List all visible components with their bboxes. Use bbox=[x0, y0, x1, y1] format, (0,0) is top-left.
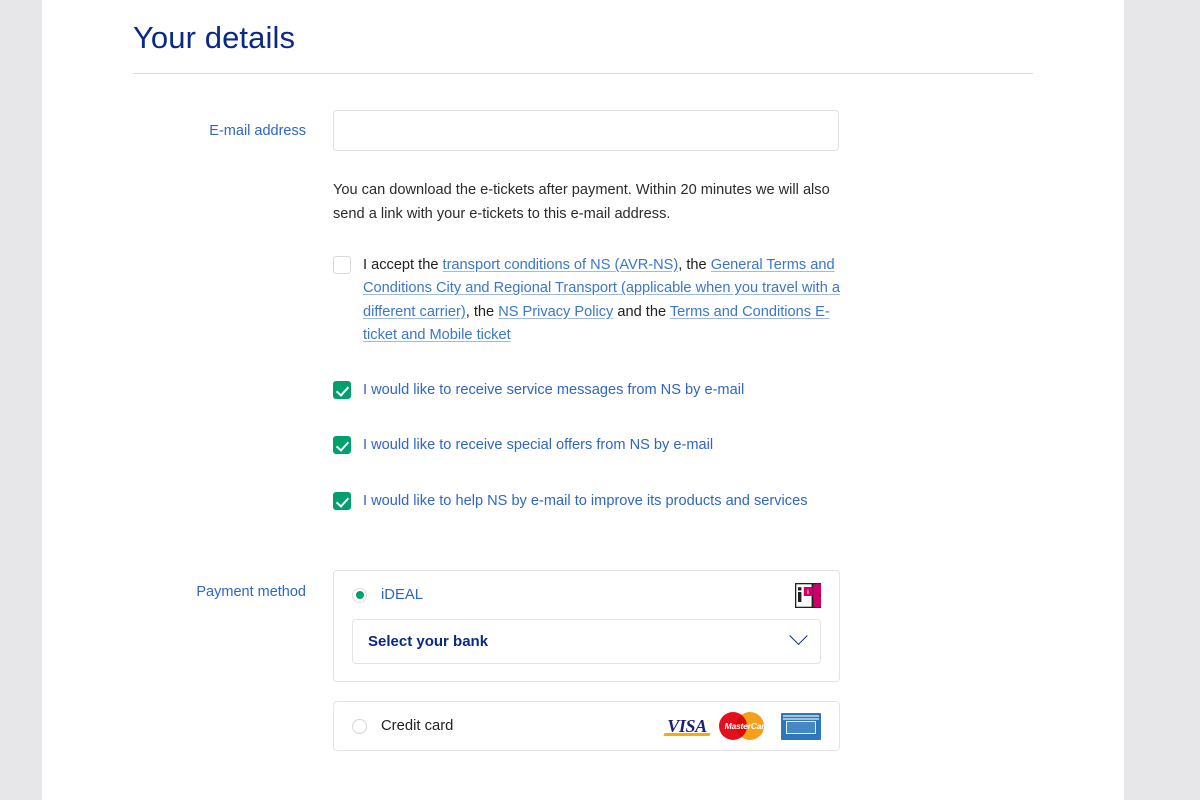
visa-logo-icon: VISA bbox=[661, 715, 713, 737]
terms-checkbox[interactable] bbox=[333, 256, 351, 274]
email-input[interactable] bbox=[333, 110, 839, 151]
bank-select-dropdown[interactable]: Select your bank bbox=[352, 619, 821, 665]
mastercard-logo-icon: MasterCard bbox=[719, 709, 775, 743]
terms-part-2: , the bbox=[678, 257, 711, 273]
page-root: Your details E-mail address You can down… bbox=[0, 0, 1200, 800]
payment-method-label: Payment method bbox=[196, 584, 306, 601]
page-title: Your details bbox=[133, 20, 296, 55]
email-label: E-mail address bbox=[209, 123, 306, 139]
radio-creditcard[interactable] bbox=[352, 718, 367, 734]
email-field-column: You can download the e-tickets after pay… bbox=[333, 110, 840, 513]
chevron-down-icon bbox=[789, 626, 808, 646]
optin-row-improve-products[interactable]: I would like to help NS by e-mail to imp… bbox=[333, 490, 840, 513]
optin-checkbox-special-offers[interactable] bbox=[333, 436, 351, 455]
payment-option-creditcard-logos: VISA MasterCard bbox=[661, 709, 821, 743]
email-row: E-mail address You can download the e-ti… bbox=[133, 110, 1033, 513]
terms-part-4: , the bbox=[465, 303, 499, 320]
content-sheet: Your details E-mail address You can down… bbox=[42, 0, 1124, 800]
ideal-logo-icon: i bbox=[795, 582, 821, 608]
checkout-form: Your details E-mail address You can down… bbox=[133, 0, 1033, 800]
optin-row-service-messages[interactable]: I would like to receive service messages… bbox=[333, 379, 840, 402]
payment-option-ideal-label: iDEAL bbox=[381, 587, 423, 604]
terms-label: I accept the transport conditions of NS … bbox=[363, 254, 840, 347]
payment-method-options: iDEAL i Select your bank Credit card VIS… bbox=[333, 570, 840, 752]
radio-ideal[interactable] bbox=[352, 587, 367, 603]
optin-label-service-messages: I would like to receive service messages… bbox=[363, 382, 745, 399]
payment-option-ideal-header[interactable]: iDEAL i bbox=[352, 571, 821, 619]
optin-label-special-offers: I would like to receive special offers f… bbox=[363, 437, 714, 454]
terms-row[interactable]: I accept the transport conditions of NS … bbox=[333, 254, 840, 347]
optin-checkbox-improve-products[interactable] bbox=[333, 491, 351, 510]
email-hint: You can download the e-tickets after pay… bbox=[333, 182, 830, 222]
title-divider bbox=[133, 73, 1033, 74]
terms-part-6: and the bbox=[613, 303, 670, 320]
bank-select-label: Select your bank bbox=[368, 633, 489, 651]
payment-option-creditcard[interactable]: Credit card VISA MasterCard bbox=[333, 701, 840, 752]
optin-checkbox-service-messages[interactable] bbox=[333, 381, 351, 400]
payment-option-ideal[interactable]: iDEAL i Select your bank bbox=[333, 570, 840, 683]
payment-method-row: Payment method iDEAL i Select your bank … bbox=[133, 570, 1033, 752]
payment-option-creditcard-label: Credit card bbox=[381, 718, 454, 735]
optin-label-improve-products: I would like to help NS by e-mail to imp… bbox=[363, 492, 808, 509]
amex-logo-icon bbox=[781, 712, 821, 740]
payment-option-creditcard-header[interactable]: Credit card VISA MasterCard bbox=[352, 702, 821, 750]
link-privacy-policy[interactable]: NS Privacy Policy bbox=[498, 304, 613, 320]
optin-row-special-offers[interactable]: I would like to receive special offers f… bbox=[333, 434, 840, 457]
payment-option-ideal-logos: i bbox=[795, 582, 821, 608]
terms-part-0: I accept the bbox=[363, 257, 443, 273]
link-transport-conditions[interactable]: transport conditions of NS (AVR-NS) bbox=[443, 257, 679, 273]
